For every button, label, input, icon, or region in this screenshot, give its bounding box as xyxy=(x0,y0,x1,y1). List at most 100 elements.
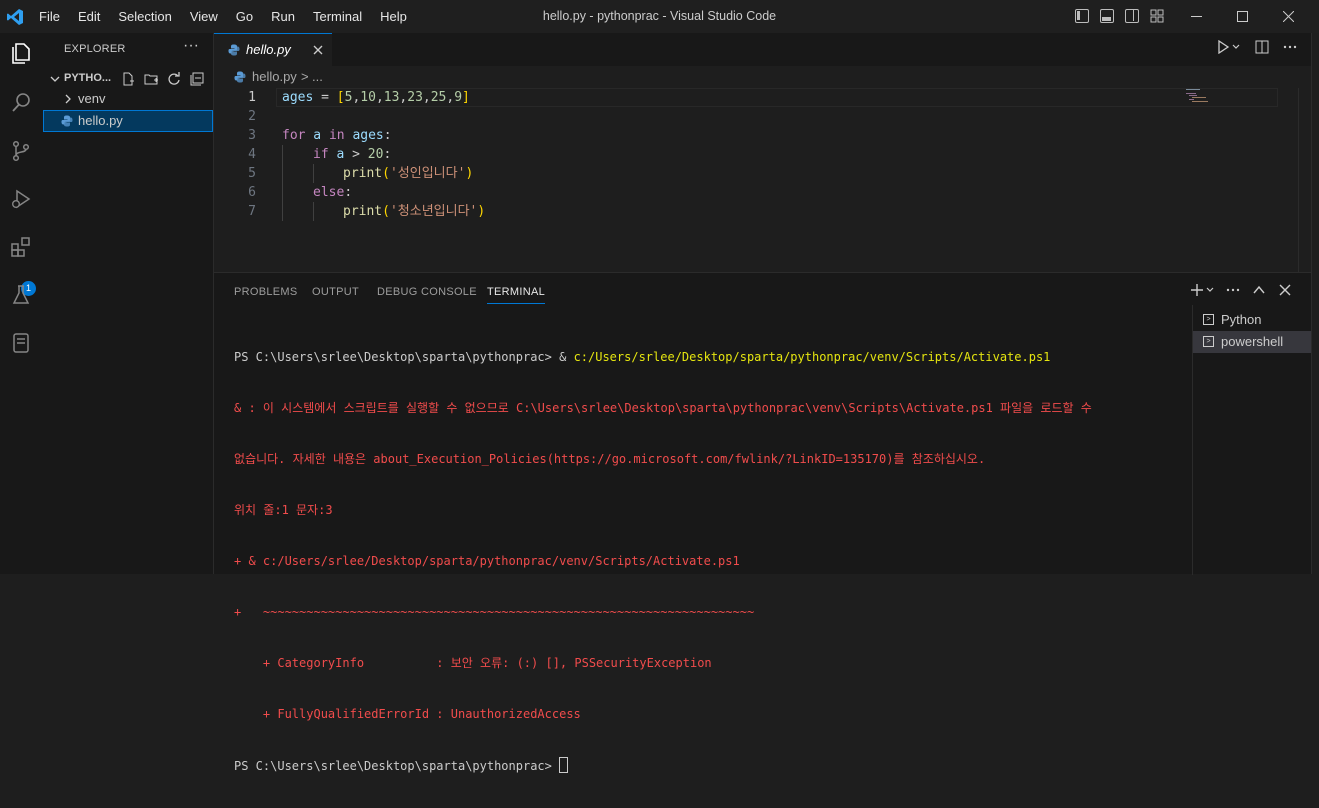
refresh-icon[interactable] xyxy=(166,71,182,87)
code-line: 2 xyxy=(214,107,1294,126)
new-folder-icon[interactable] xyxy=(143,71,159,87)
terminal-item-python[interactable]: > Python xyxy=(1193,309,1312,331)
terminal-icon: > xyxy=(1203,314,1214,325)
customize-layout-icon[interactable] xyxy=(1150,9,1164,23)
minimap[interactable] xyxy=(1186,88,1216,108)
explorer-icon[interactable] xyxy=(7,39,35,67)
toggle-panel-icon[interactable] xyxy=(1100,9,1114,23)
terminal-error-line: + ~~~~~~~~~~~~~~~~~~~~~~~~~~~~~~~~~~~~~~… xyxy=(234,605,755,619)
editor-scrollbar[interactable] xyxy=(1298,88,1311,272)
new-terminal-icon[interactable] xyxy=(1190,283,1214,297)
editor-actions xyxy=(1217,40,1297,54)
tab-output[interactable]: OUTPUT xyxy=(312,286,359,298)
tree-item-label: hello.py xyxy=(78,113,123,128)
more-actions-icon[interactable] xyxy=(1283,40,1297,54)
close-panel-icon[interactable] xyxy=(1278,283,1292,297)
line-number: 5 xyxy=(248,166,256,181)
remote-explorer-icon[interactable] xyxy=(7,329,35,357)
collapse-all-icon[interactable] xyxy=(189,71,205,87)
python-file-icon xyxy=(228,44,240,56)
title-bar: File Edit Selection View Go Run Terminal… xyxy=(0,0,1319,33)
code-line: 6 else: xyxy=(214,183,1294,202)
maximize-panel-icon[interactable] xyxy=(1252,283,1266,297)
breadcrumb-separator: > xyxy=(301,69,309,84)
toggle-secondary-sidebar-icon[interactable] xyxy=(1125,9,1139,23)
explorer-title: EXPLORER xyxy=(64,43,126,55)
project-name: PYTHO... xyxy=(64,72,112,84)
layout-controls xyxy=(1075,9,1164,23)
terminal-error-line: + CategoryInfo : 보안 오류: (:) [], PSSecuri… xyxy=(234,656,712,670)
breadcrumb: hello.py > ... xyxy=(214,66,1311,88)
terminal-error-line: & : 이 시스템에서 스크립트를 실행할 수 없으므로 C:\Users\sr… xyxy=(234,401,1092,415)
close-window-button[interactable] xyxy=(1265,0,1311,33)
code-line: 1 ages = [5,10,13,23,25,9] xyxy=(214,88,1294,107)
terminal-item-label: powershell xyxy=(1221,334,1284,349)
terminal-prompt-line: PS C:\Users\srlee\Desktop\sparta\pythonp… xyxy=(234,757,1189,774)
maximize-button[interactable] xyxy=(1219,0,1265,33)
extensions-icon[interactable] xyxy=(7,233,35,261)
tab-hello-py[interactable]: hello.py xyxy=(214,33,332,66)
run-python-file-icon[interactable] xyxy=(1217,40,1241,54)
tree-file-hello-py[interactable]: hello.py xyxy=(43,110,213,132)
tree-folder-venv[interactable]: venv xyxy=(43,88,213,110)
close-icon xyxy=(1282,11,1294,22)
window-right-edge xyxy=(1311,33,1319,574)
terminal-error-line: 위치 줄:1 문자:3 xyxy=(234,503,333,517)
terminal-icon: > xyxy=(1203,336,1214,347)
terminal-error-line: + FullyQualifiedErrorId : UnauthorizedAc… xyxy=(234,707,581,721)
chevron-down-icon xyxy=(50,76,60,82)
editor-tab-bar: hello.py xyxy=(214,33,1311,66)
code-line: 3 for a in ages: xyxy=(214,126,1294,145)
line-number: 6 xyxy=(248,185,256,200)
bottom-panel: PROBLEMS OUTPUT DEBUG CONSOLE TERMINAL P… xyxy=(214,272,1312,773)
breadcrumb-symbols[interactable]: ... xyxy=(312,69,323,84)
terminal-cursor xyxy=(559,757,569,773)
code-editor[interactable]: 1 ages = [5,10,13,23,25,9] 2 3 for a in … xyxy=(214,88,1311,272)
search-icon[interactable] xyxy=(7,89,35,117)
line-number: 2 xyxy=(248,109,256,124)
code-line: 4 if a > 20: xyxy=(214,145,1294,164)
terminal-line: PS C:\Users\srlee\Desktop\sparta\pythonp… xyxy=(234,350,1051,364)
terminal-list: > Python > powershell xyxy=(1192,305,1312,575)
terminal-output[interactable]: PS C:\Users\srlee\Desktop\sparta\pythonp… xyxy=(234,315,1189,808)
explorer-more-button[interactable]: ··· xyxy=(183,37,199,55)
toggle-primary-sidebar-icon[interactable] xyxy=(1075,9,1089,23)
explorer-sidebar: EXPLORER ··· PYTHO... venv hello.py xyxy=(43,33,214,574)
line-number: 7 xyxy=(248,204,256,219)
tab-debug-console[interactable]: DEBUG CONSOLE xyxy=(377,286,477,298)
split-editor-icon[interactable] xyxy=(1255,40,1269,54)
code-text: print('성인입니다') xyxy=(343,166,474,181)
terminal-item-label: Python xyxy=(1221,312,1262,327)
terminal-error-line: + & c:/Users/srlee/Desktop/sparta/python… xyxy=(234,554,740,568)
line-number: 4 xyxy=(248,147,256,162)
close-tab-icon[interactable] xyxy=(313,45,323,55)
code-text: print('청소년입니다') xyxy=(343,204,486,219)
breadcrumb-file[interactable]: hello.py xyxy=(252,69,297,84)
tab-problems[interactable]: PROBLEMS xyxy=(234,286,298,298)
line-number: 1 xyxy=(248,90,256,105)
code-text: for a in ages: xyxy=(282,128,392,143)
activity-bar: 1 xyxy=(0,33,43,574)
tab-terminal[interactable]: TERMINAL xyxy=(487,286,546,304)
code-text: else: xyxy=(313,185,353,200)
tab-label: hello.py xyxy=(246,42,291,57)
python-file-icon xyxy=(234,71,246,83)
code-line: 5 print('성인입니다') xyxy=(214,164,1294,183)
code-text: if a > 20: xyxy=(313,147,392,162)
python-file-icon xyxy=(61,115,73,127)
chevron-right-icon xyxy=(65,94,71,104)
more-actions-icon[interactable] xyxy=(1226,283,1240,297)
code-line: 7 print('청소년입니다') xyxy=(214,202,1294,221)
run-debug-icon[interactable] xyxy=(7,185,35,213)
code-text: ages = [5,10,13,23,25,9] xyxy=(282,90,470,105)
tree-item-label: venv xyxy=(78,91,106,106)
panel-actions xyxy=(1190,283,1292,297)
maximize-icon xyxy=(1236,11,1248,22)
line-number: 3 xyxy=(248,128,256,143)
terminal-error-line: 없습니다. 자세한 내용은 about_Execution_Policies(h… xyxy=(234,452,986,466)
terminal-item-powershell[interactable]: > powershell xyxy=(1193,331,1312,353)
minimize-button[interactable] xyxy=(1173,0,1219,33)
testing-icon[interactable] xyxy=(7,281,35,309)
new-file-icon[interactable] xyxy=(120,71,136,87)
source-control-icon[interactable] xyxy=(7,137,35,165)
